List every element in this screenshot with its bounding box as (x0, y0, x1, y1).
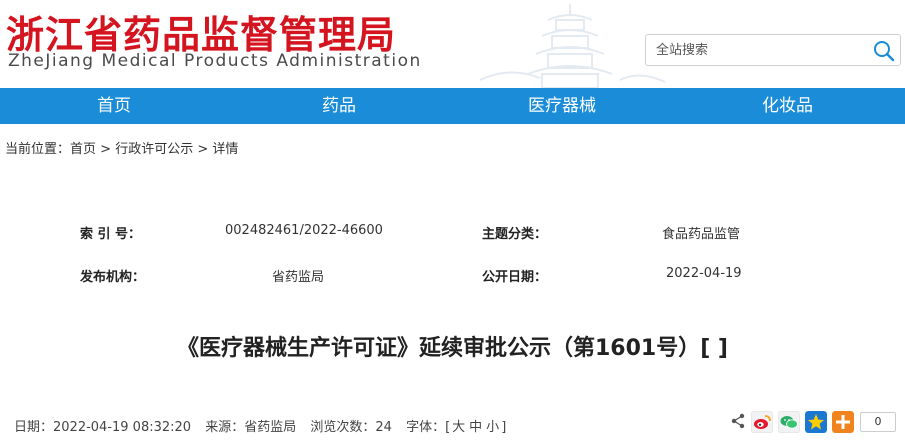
font-size-label: 字体：[ (406, 420, 451, 435)
font-size-control: 字体：[大中小] (406, 420, 506, 435)
publisher-label: 发布机构： (80, 270, 146, 285)
article-source: 来源：省药监局 (205, 420, 297, 435)
share-icon[interactable] (730, 413, 746, 429)
article-title: 《医疗器械生产许可证》延续审批公示（第1601号）[ ] (176, 336, 728, 361)
font-size-large-button[interactable]: 大 (452, 420, 465, 435)
breadcrumb-separator: > (197, 142, 209, 157)
share-count-badge: 0 (860, 412, 896, 432)
search-input[interactable] (656, 39, 861, 61)
font-size-small-button[interactable]: 小 (486, 420, 499, 435)
view-count: 浏览次数：24 (310, 420, 392, 435)
breadcrumb: 当前位置：首页 > 行政许可公示 > 详情 (5, 138, 238, 157)
publish-date-label: 公开日期： (482, 270, 548, 285)
article-info-bar: 日期：2022-04-19 08:32:20 来源：省药监局 浏览次数：24 字… (14, 416, 516, 435)
nav-item-drugs[interactable]: 药品 (322, 88, 356, 124)
search-icon[interactable] (872, 39, 896, 63)
breadcrumb-prefix: 当前位置： (5, 142, 71, 157)
search-box (645, 34, 901, 66)
publish-date-value: 2022-04-19 (666, 266, 742, 281)
font-size-end: ] (501, 420, 507, 435)
nav-item-medical-devices[interactable]: 医疗器械 (528, 88, 596, 124)
more-icon[interactable] (832, 411, 854, 433)
topic-category-value: 食品药品监管 (662, 227, 741, 242)
breadcrumb-item-detail: 详情 (212, 142, 239, 157)
site-header: 浙江省药品监督管理局 ZheJiang Medical Products Adm… (0, 0, 905, 88)
qzone-icon[interactable] (805, 411, 827, 433)
main-nav: 首页 药品 医疗器械 化妆品 (0, 88, 905, 124)
nav-item-home[interactable]: 首页 (97, 88, 131, 124)
font-size-medium-button[interactable]: 中 (469, 420, 482, 435)
site-logo-english: ZheJiang Medical Products Administration (8, 51, 422, 71)
nav-item-cosmetics[interactable]: 化妆品 (762, 88, 813, 124)
index-number-label: 索 引 号： (80, 227, 142, 242)
index-number-value: 002482461/2022-46600 (225, 223, 383, 238)
wechat-icon[interactable] (778, 411, 800, 433)
publish-datetime: 日期：2022-04-19 08:32:20 (14, 420, 192, 435)
topic-category-label: 主题分类： (482, 227, 548, 242)
publisher-value: 省药监局 (272, 270, 325, 285)
breadcrumb-separator: > (100, 142, 112, 157)
breadcrumb-item-home[interactable]: 首页 (70, 142, 96, 157)
weibo-icon[interactable] (751, 411, 773, 433)
breadcrumb-item-admin-license[interactable]: 行政许可公示 (115, 142, 193, 157)
pagoda-watermark-icon (479, 4, 666, 88)
